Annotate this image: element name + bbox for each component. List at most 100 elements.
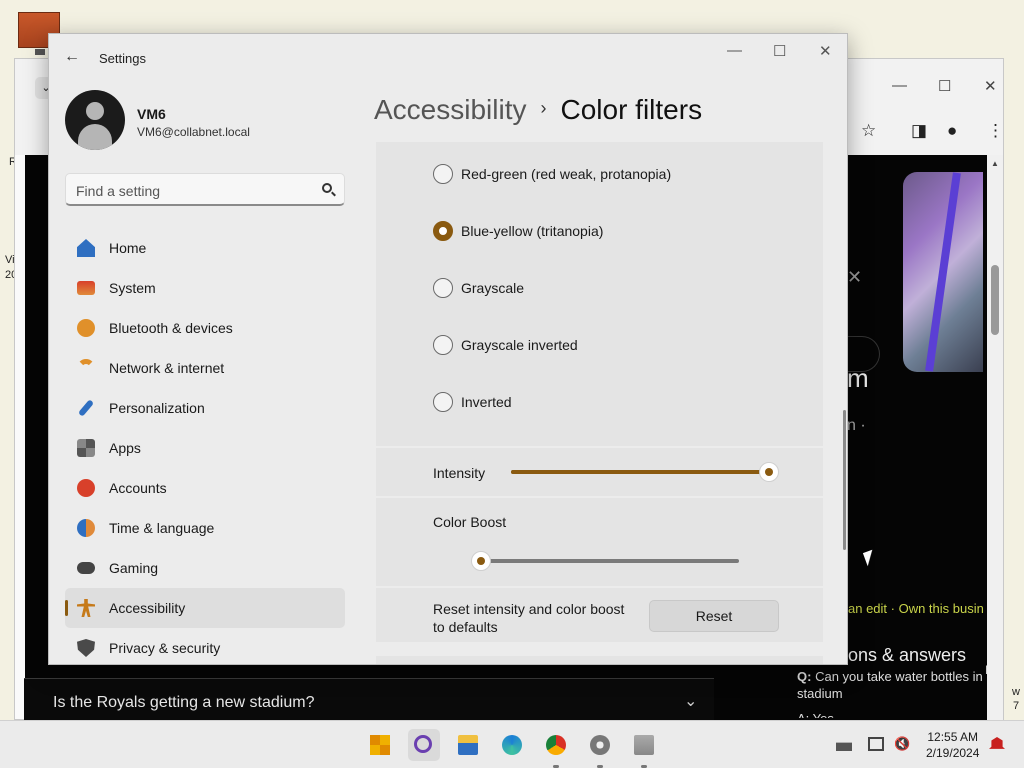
file-explorer-button[interactable] — [452, 729, 484, 761]
intensity-slider[interactable] — [511, 470, 769, 474]
sidebar-item-personalization[interactable]: Personalization — [65, 388, 345, 428]
color-filters-content: Red-green (red weak, protanopia) Blue-ye… — [376, 142, 823, 664]
network-icon — [77, 359, 95, 377]
intensity-row: Intensity — [376, 448, 823, 496]
personalization-icon — [77, 399, 95, 417]
avatar[interactable] — [65, 90, 125, 150]
gear-icon — [590, 735, 610, 755]
breadcrumb-parent[interactable]: Accessibility — [374, 94, 526, 125]
taskbar: 🔇 12:55 AM 2/19/2024 — [0, 720, 1024, 768]
color-boost-slider-thumb[interactable] — [471, 551, 491, 571]
intensity-label: Intensity — [433, 465, 486, 481]
next-card — [376, 656, 823, 664]
browser-close-icon[interactable]: ✕ — [984, 77, 997, 95]
accounts-icon — [77, 479, 95, 497]
notification-bell-icon[interactable] — [989, 737, 1005, 749]
sidebar-item-label: Home — [109, 240, 147, 256]
browser-scrollbar[interactable]: ▲ — [987, 155, 1003, 721]
reset-description: Reset intensity and color boost to defau… — [433, 601, 625, 635]
radio-button-checked[interactable] — [433, 221, 453, 241]
desktop-text-fragment: 7 — [1013, 700, 1020, 712]
color-boost-label: Color Boost — [433, 514, 507, 530]
sidebar-item-bluetooth[interactable]: Bluetooth & devices — [65, 308, 345, 348]
close-icon[interactable]: ✕ — [819, 42, 832, 60]
windows-logo-icon — [370, 735, 390, 755]
search-icon[interactable] — [322, 183, 332, 193]
suggest-edit-link[interactable]: an edit · Own this busin — [848, 601, 984, 616]
scroll-thumb[interactable] — [991, 265, 999, 335]
chevron-down-icon[interactable]: ⌄ — [684, 691, 697, 711]
sidebar-item-gaming[interactable]: Gaming — [65, 548, 345, 588]
volume-muted-icon[interactable]: 🔇 — [894, 737, 910, 751]
sidebar-item-label: Accounts — [109, 480, 167, 496]
sidebar-item-label: Privacy & security — [109, 640, 221, 656]
qa-answer: A: Yes — [797, 710, 997, 718]
sidebar-item-label: Time & language — [109, 520, 215, 536]
radio-button[interactable] — [433, 164, 453, 184]
sidebar-item-label: Apps — [109, 440, 141, 456]
time-language-icon — [77, 519, 95, 537]
sidebar-item-accounts[interactable]: Accounts — [65, 468, 345, 508]
faq-question: Is the Royals getting a new stadium? — [53, 694, 315, 711]
radio-label: Blue-yellow (tritanopia) — [461, 223, 604, 239]
sidebar-item-apps[interactable]: Apps — [65, 428, 345, 468]
maximize-icon[interactable]: ☐ — [773, 42, 786, 60]
radio-button[interactable] — [433, 392, 453, 412]
sidebar-item-home[interactable]: Home — [65, 228, 345, 268]
clock-date: 2/19/2024 — [926, 746, 980, 760]
folder-icon — [458, 735, 478, 755]
sidebar-icon[interactable]: ◨ — [911, 121, 927, 141]
gaming-icon — [77, 562, 95, 574]
search-input[interactable]: Find a setting — [65, 173, 345, 206]
system-clock[interactable]: 12:55 AM 2/19/2024 — [926, 729, 979, 761]
stadium-photo[interactable] — [903, 172, 983, 372]
browser-minimize-icon[interactable]: — — [892, 77, 907, 94]
home-icon — [77, 239, 95, 257]
reset-button[interactable]: Reset — [649, 600, 779, 632]
qa-question: Q: Can you take water bottles in stadium… — [797, 668, 997, 718]
user-email: VM6@collabnet.local — [137, 125, 250, 139]
browser-menu-icon[interactable]: ⋮ — [987, 121, 1004, 141]
browser-maximize-icon[interactable]: ☐ — [938, 77, 951, 95]
snipping-tool-button[interactable] — [628, 729, 660, 768]
display-tray-icon[interactable] — [868, 737, 884, 751]
back-arrow-icon[interactable]: ← — [64, 48, 80, 66]
qa-question-prefix: Q: — [797, 669, 812, 684]
close-icon[interactable]: ✕ — [847, 267, 862, 288]
accessibility-icon — [77, 599, 95, 617]
settings-scrollbar[interactable] — [843, 410, 846, 550]
sidebar-item-time-language[interactable]: Time & language — [65, 508, 345, 548]
network-tray-icon[interactable] — [836, 742, 852, 751]
color-boost-slider[interactable] — [481, 559, 739, 563]
sidebar-item-privacy[interactable]: Privacy & security — [65, 628, 345, 664]
bookmark-star-icon[interactable]: ☆ — [861, 121, 876, 141]
edge-button[interactable] — [496, 729, 528, 761]
sidebar-item-label: System — [109, 280, 156, 296]
settings-button[interactable] — [584, 729, 616, 768]
bluetooth-icon — [77, 319, 95, 337]
start-button[interactable] — [364, 729, 396, 761]
sidebar-item-accessibility[interactable]: Accessibility — [65, 588, 345, 628]
search-button[interactable] — [408, 729, 440, 761]
sidebar-item-network[interactable]: Network & internet — [65, 348, 345, 388]
sidebar-item-label: Personalization — [109, 400, 205, 416]
edge-icon — [502, 735, 522, 755]
radio-label: Red-green (red weak, protanopia) — [461, 166, 672, 182]
radio-button[interactable] — [433, 335, 453, 355]
intensity-slider-thumb[interactable] — [759, 462, 779, 482]
minimize-icon[interactable]: — — [727, 42, 742, 59]
desktop-text-fragment: w — [1012, 686, 1020, 698]
chrome-button[interactable] — [540, 729, 572, 768]
sidebar-item-label: Gaming — [109, 560, 159, 576]
radio-button[interactable] — [433, 278, 453, 298]
sidebar-item-system[interactable]: System — [65, 268, 345, 308]
qa-question-text: Can you take water bottles in stadium — [797, 669, 983, 701]
filter-options-card: Red-green (red weak, protanopia) Blue-ye… — [376, 142, 823, 446]
scroll-up-icon[interactable]: ▲ — [991, 159, 999, 168]
chevron-right-icon: › — [540, 98, 547, 119]
search-placeholder: Find a setting — [76, 183, 161, 199]
sidebar-nav: Home System Bluetooth & devices Network … — [65, 228, 345, 664]
page-subtext-fragment: n · — [847, 417, 866, 434]
profile-icon[interactable]: ● — [947, 121, 957, 141]
faq-row[interactable]: Is the Royals getting a new stadium? ⌄ — [24, 678, 714, 720]
